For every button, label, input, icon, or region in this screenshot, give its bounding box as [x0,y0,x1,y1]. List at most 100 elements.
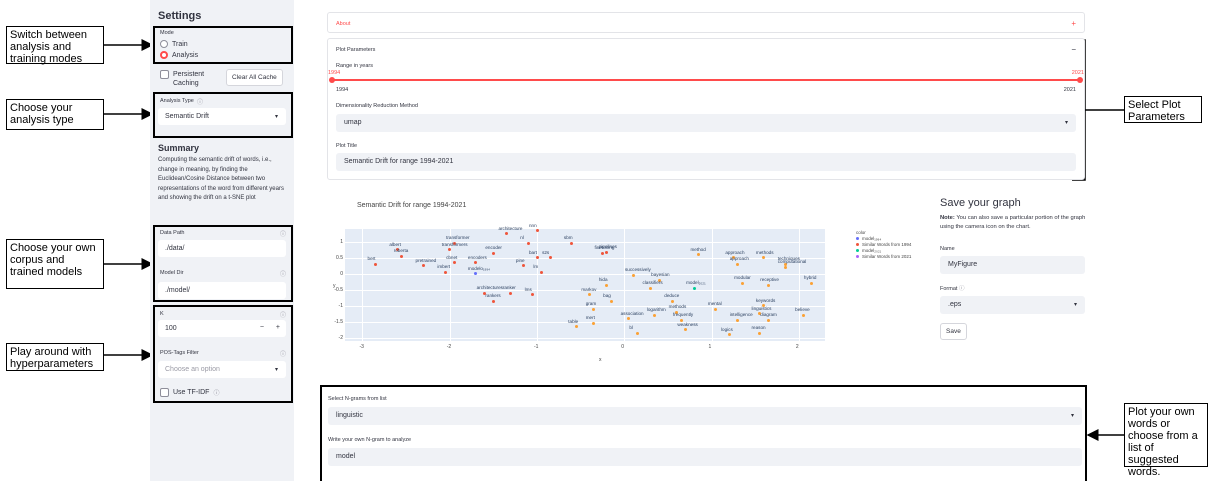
y-gridline [345,321,825,323]
pos-filter-select[interactable]: Choose an option ▾ [158,361,286,378]
data-point[interactable] [474,261,478,265]
legend-label: Similar Words from 1994 [862,242,912,247]
data-point[interactable] [592,321,596,325]
save-title: Save your graph [940,197,1021,209]
data-point-label: model₂₀₂₁ [686,280,706,286]
data-point[interactable] [683,328,687,332]
data-point[interactable] [422,264,426,268]
data-point[interactable] [374,262,378,266]
dim-red-select[interactable]: umap ▾ [336,114,1076,132]
data-point[interactable] [448,248,452,252]
legend-item[interactable]: model₂₀₂₁ [856,248,911,253]
model-dir-input[interactable]: ./model/ [158,282,286,299]
data-point[interactable] [535,256,539,260]
data-point[interactable] [570,241,574,245]
data-point[interactable] [491,251,495,255]
chevron-down-icon: ▾ [274,367,278,373]
k-minus-button[interactable]: − [260,324,264,331]
about-label: About [336,21,351,27]
ngram-select-label: Select N-grams from list [328,396,387,402]
summary-title: Summary [158,143,200,153]
data-point[interactable] [605,283,609,287]
data-point[interactable] [605,250,609,254]
data-point[interactable] [740,281,744,285]
data-point[interactable] [522,264,526,268]
persistent-caching-box[interactable] [160,70,169,79]
format-select[interactable]: .eps ▾ [940,296,1085,314]
about-expander[interactable]: About + [327,12,1085,33]
data-point[interactable] [736,262,740,266]
data-point[interactable] [627,317,631,321]
range-slider-handle-min[interactable] [329,77,335,83]
data-point[interactable] [714,307,718,311]
x-axis-label: x [599,357,602,363]
radio-analysis-circle[interactable] [160,51,168,59]
persistent-caching-checkbox[interactable]: Persistent Caching [160,70,213,88]
about-toggle-icon[interactable]: + [1071,19,1076,28]
scatter-plot-area[interactable]: bert albert roberta pretrained imbert transfo… [345,223,825,341]
data-point[interactable] [810,281,814,285]
tfidf-checkbox[interactable]: Use TF-IDF ⓘ [160,388,219,397]
radio-train[interactable]: Train [160,40,188,48]
plot-params-toggle-icon[interactable]: − [1071,45,1076,54]
data-point[interactable] [758,331,762,335]
save-button[interactable]: Save [940,323,967,340]
data-point[interactable] [548,256,552,260]
k-stepper[interactable]: 100 − + [158,320,286,337]
data-point[interactable] [784,265,788,269]
data-point[interactable] [491,299,495,303]
data-point[interactable] [670,299,674,303]
y-gridline [345,241,825,243]
data-point[interactable] [535,229,539,233]
name-input[interactable]: MyFigure [940,256,1085,274]
data-point-label: keywords [755,297,776,303]
ngram-input[interactable]: model [328,448,1082,466]
data-point[interactable] [801,313,805,317]
data-point-label: weakness [677,321,698,327]
data-point[interactable] [692,286,696,290]
data-point[interactable] [635,331,639,335]
plot-params-label: Plot Parameters [336,47,376,53]
plot-title-label: Plot Title [336,143,358,149]
data-point[interactable] [531,293,535,297]
data-path-input[interactable]: ./data/ [158,240,286,257]
data-point[interactable] [653,313,657,317]
range-slider-track[interactable] [332,79,1080,81]
data-point[interactable] [504,232,508,236]
data-point[interactable] [736,318,740,322]
data-point[interactable] [452,261,456,265]
data-point[interactable] [696,253,700,257]
legend-item[interactable]: Similar Words from 2021 [856,254,911,259]
legend-item[interactable]: model₁₉₉₄ [856,236,911,241]
data-point[interactable] [400,254,404,258]
data-point[interactable] [600,251,604,255]
radio-train-circle[interactable] [160,40,168,48]
data-point[interactable] [509,291,513,295]
tfidf-box[interactable] [160,388,169,397]
data-point[interactable] [631,273,635,277]
legend-item[interactable]: Similar Words from 1994 [856,242,911,247]
data-point[interactable] [526,241,530,245]
data-point[interactable] [587,293,591,297]
range-slider-handle-max[interactable] [1077,77,1083,83]
legend-swatch [856,255,859,258]
plot-title-input[interactable]: Semantic Drift for range 1994-2021 [336,153,1076,171]
data-point[interactable] [474,272,478,276]
data-point[interactable] [727,333,731,337]
data-point[interactable] [609,299,613,303]
analysis-type-select[interactable]: Semantic Drift ▾ [158,108,286,125]
data-point[interactable] [766,283,770,287]
radio-analysis[interactable]: Analysis [160,51,198,59]
data-point-label: architecture [498,225,523,231]
data-point[interactable] [592,307,596,311]
ngram-select[interactable]: linguistic ▾ [328,407,1082,425]
data-point[interactable] [762,256,766,260]
data-point[interactable] [574,325,578,329]
data-point[interactable] [766,318,770,322]
data-point[interactable] [648,286,652,290]
clear-cache-button[interactable]: Clear All Cache [226,69,283,86]
k-plus-button[interactable]: + [276,324,280,331]
k-help-icon: ⓘ [279,313,286,319]
data-point[interactable] [539,270,543,274]
data-point[interactable] [443,270,447,274]
